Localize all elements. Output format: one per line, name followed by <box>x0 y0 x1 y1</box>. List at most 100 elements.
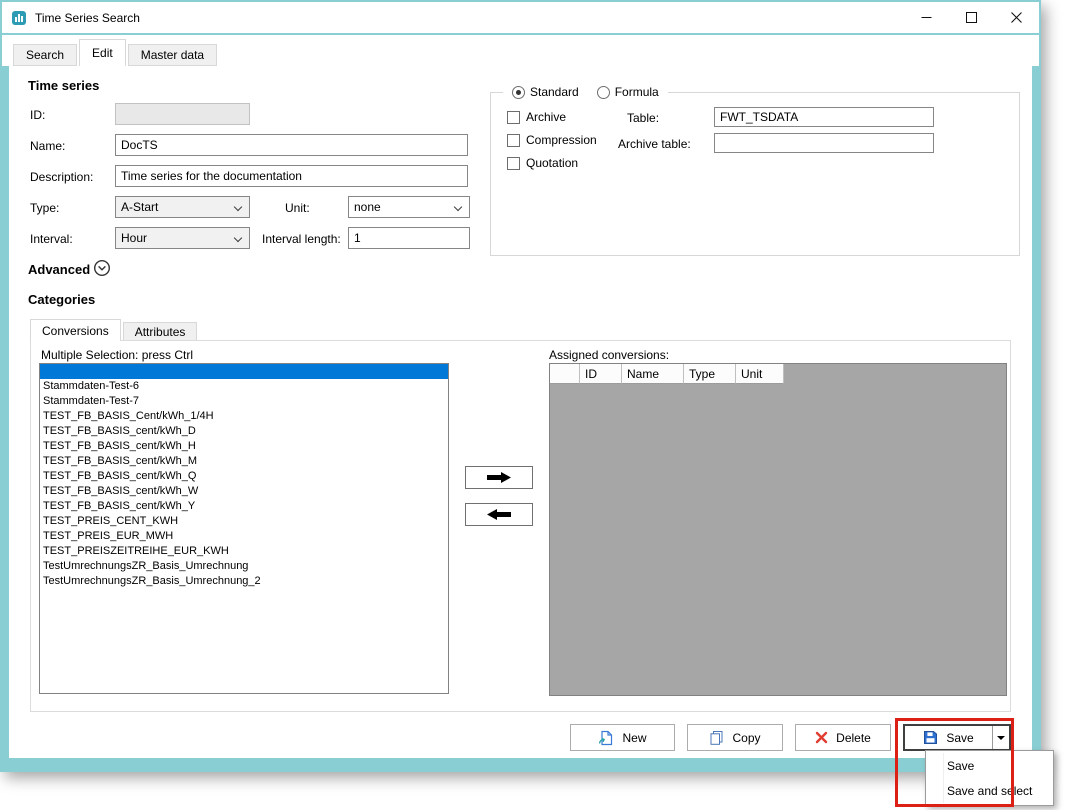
list-item[interactable]: TEST_FB_BASIS_cent/kWh_W <box>40 484 448 499</box>
column-header[interactable]: Type <box>684 364 736 384</box>
list-item[interactable]: TEST_PREIS_CENT_KWH <box>40 514 448 529</box>
storage-groupbox: Standard Formula Archive Compression Quo… <box>490 92 1020 256</box>
description-label: Description: <box>30 170 93 184</box>
list-item[interactable]: TEST_FB_BASIS_Cent/kWh_1/4H <box>40 409 448 424</box>
arrow-left-icon <box>486 508 512 521</box>
quotation-checkbox[interactable]: Quotation <box>507 156 578 170</box>
unit-combobox[interactable]: none <box>348 196 470 218</box>
maximize-button[interactable] <box>949 2 994 33</box>
assigned-conversions-table[interactable]: IDNameTypeUnit <box>549 363 1007 696</box>
chevron-down-circle-icon <box>93 259 111 277</box>
archive-checkbox[interactable]: Archive <box>507 110 566 124</box>
checkbox-icon <box>507 157 520 170</box>
type-label: Type: <box>30 201 59 215</box>
new-button-label: New <box>622 731 646 745</box>
tab-edit[interactable]: Edit <box>79 39 126 66</box>
advanced-toggle-button[interactable] <box>93 259 111 277</box>
interval-length-input[interactable] <box>348 227 470 249</box>
caret-down-icon <box>997 736 1005 740</box>
description-input[interactable] <box>115 165 468 187</box>
table-input[interactable] <box>714 107 934 127</box>
tab-attributes[interactable]: Attributes <box>123 322 198 341</box>
minimize-icon <box>921 12 932 23</box>
list-item[interactable]: TEST_FB_BASIS_cent/kWh_H <box>40 439 448 454</box>
list-item[interactable]: TestUmrechnungsZR_Basis_Umrechnung_2 <box>40 574 448 589</box>
list-item[interactable]: TEST_FB_BASIS_cent/kWh_M <box>40 454 448 469</box>
tab-master-data[interactable]: Master data <box>128 44 217 66</box>
table-label: Table: <box>627 111 659 125</box>
time-series-heading: Time series <box>28 78 99 93</box>
conversions-listbox[interactable]: Stammdaten-Test-6Stammdaten-Test-7TEST_F… <box>39 363 449 694</box>
time-series-search-window: Time Series Search Search Edit Master da… <box>0 0 1041 772</box>
type-combobox[interactable]: A-Start <box>115 196 250 218</box>
list-item[interactable] <box>40 364 448 379</box>
archive-table-input[interactable] <box>714 133 934 153</box>
interval-combobox-value: Hour <box>121 231 147 245</box>
minimize-button[interactable] <box>904 2 949 33</box>
standard-radio-label: Standard <box>530 85 579 99</box>
menu-item[interactable]: Save <box>926 753 1053 778</box>
save-button-label: Save <box>946 731 973 745</box>
tab-conversions-label: Conversions <box>42 324 109 338</box>
archive-table-label: Archive table: <box>618 137 691 151</box>
menu-item[interactable]: Save and select <box>926 778 1053 803</box>
list-item[interactable]: Stammdaten-Test-7 <box>40 394 448 409</box>
maximize-icon <box>966 12 977 23</box>
close-button[interactable] <box>994 2 1039 33</box>
list-item[interactable]: Stammdaten-Test-6 <box>40 379 448 394</box>
delete-button-label: Delete <box>836 731 871 745</box>
list-item[interactable]: TEST_FB_BASIS_cent/kWh_D <box>40 424 448 439</box>
chevron-down-icon <box>234 203 242 211</box>
id-input <box>115 103 250 125</box>
compression-checkbox[interactable]: Compression <box>507 133 597 147</box>
list-item[interactable]: TestUmrechnungsZR_Basis_Umrechnung <box>40 559 448 574</box>
save-dropdown-arrow[interactable] <box>992 726 1009 749</box>
list-item[interactable]: TEST_FB_BASIS_cent/kWh_Y <box>40 499 448 514</box>
copy-button[interactable]: Copy <box>687 724 783 751</box>
bar-chart-icon <box>11 10 27 26</box>
unit-combobox-value: none <box>354 200 381 214</box>
interval-combobox[interactable]: Hour <box>115 227 250 249</box>
checkbox-icon <box>507 134 520 147</box>
assigned-conversions-label: Assigned conversions: <box>549 348 669 362</box>
list-item[interactable]: TEST_PREISZEITREIHE_EUR_KWH <box>40 544 448 559</box>
column-header[interactable]: Name <box>622 364 684 384</box>
main-tab-bar: Search Edit Master data <box>2 35 1039 66</box>
type-combobox-value: A-Start <box>121 200 158 214</box>
standard-radio[interactable]: Standard <box>503 83 588 101</box>
new-button[interactable]: New <box>570 724 675 751</box>
titlebar: Time Series Search <box>2 2 1039 33</box>
tab-conversions[interactable]: Conversions <box>30 319 121 341</box>
tab-search[interactable]: Search <box>13 44 77 66</box>
name-input[interactable] <box>115 134 468 156</box>
formula-radio[interactable]: Formula <box>588 83 668 101</box>
column-header[interactable]: Unit <box>736 364 784 384</box>
radio-selected-icon <box>512 86 525 99</box>
column-header[interactable] <box>550 364 580 384</box>
window-title: Time Series Search <box>35 11 140 25</box>
column-header[interactable]: ID <box>580 364 622 384</box>
delete-button[interactable]: Delete <box>795 724 891 751</box>
conversions-tab-page: Multiple Selection: press Ctrl Stammdate… <box>30 340 1011 712</box>
save-menu: SaveSave and select <box>925 750 1054 806</box>
formula-radio-label: Formula <box>615 85 659 99</box>
unassign-button[interactable] <box>465 503 533 526</box>
advanced-heading: Advanced <box>28 262 90 277</box>
red-x-icon <box>815 731 828 744</box>
chevron-down-icon <box>234 234 242 242</box>
list-item[interactable]: TEST_PREIS_EUR_MWH <box>40 529 448 544</box>
categories-heading: Categories <box>28 292 95 307</box>
compression-checkbox-label: Compression <box>526 133 597 147</box>
unit-label: Unit: <box>285 201 310 215</box>
tab-search-label: Search <box>26 48 64 62</box>
list-item[interactable]: TEST_FB_BASIS_cent/kWh_Q <box>40 469 448 484</box>
multi-select-hint: Multiple Selection: press Ctrl <box>41 348 193 362</box>
new-document-icon <box>598 730 614 746</box>
edit-tab-page: Time series ID: Name: Description: Type:… <box>9 66 1032 758</box>
save-button[interactable]: Save <box>903 724 1011 751</box>
copy-button-label: Copy <box>732 731 760 745</box>
assigned-table-header: IDNameTypeUnit <box>550 364 1006 384</box>
assign-button[interactable] <box>465 466 533 489</box>
radio-unselected-icon <box>597 86 610 99</box>
close-icon <box>1011 12 1022 23</box>
